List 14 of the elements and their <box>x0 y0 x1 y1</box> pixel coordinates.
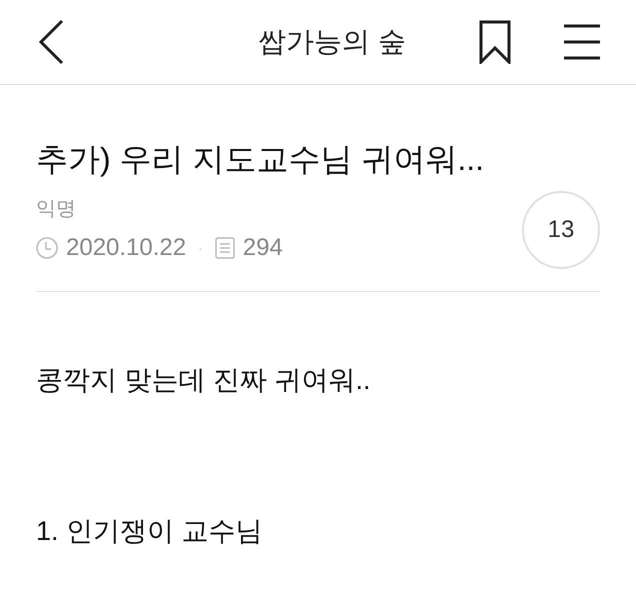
page-title: 쌉가능의 숲 <box>257 25 407 59</box>
back-icon[interactable] <box>36 18 66 66</box>
body-paragraph: 콩깍지 맞는데 진짜 귀여워.. <box>36 364 372 397</box>
comment-count[interactable]: 13 <box>522 191 600 269</box>
body-paragraph: 1. 인기쟁이 교수님 <box>36 514 264 548</box>
post-title: 추가) 우리 지도교수님 귀여워... <box>36 140 485 179</box>
view-count: 294 <box>242 233 283 263</box>
bookmark-icon[interactable] <box>478 20 512 64</box>
menu-icon[interactable] <box>564 24 600 60</box>
post-date: 2020.10.22 <box>66 233 186 263</box>
document-icon <box>214 237 235 259</box>
author-name: 익명 <box>36 197 77 222</box>
clock-icon <box>36 237 58 259</box>
separator: · <box>198 238 203 258</box>
